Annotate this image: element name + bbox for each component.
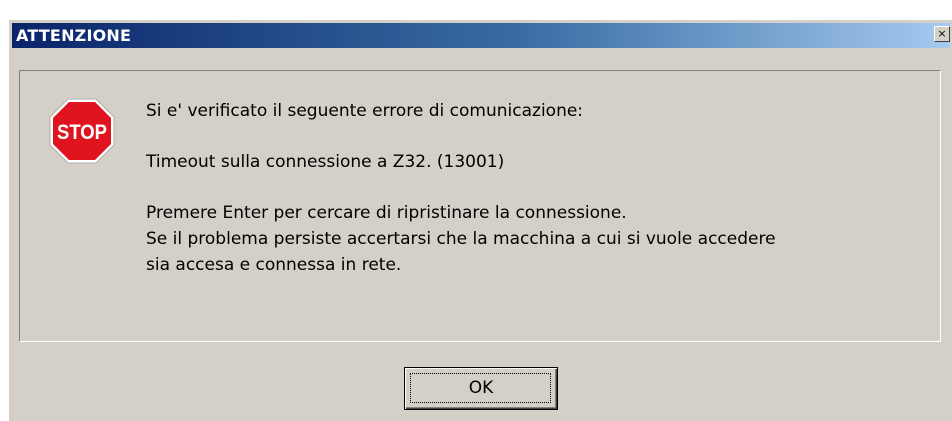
- close-button[interactable]: ×: [934, 26, 950, 42]
- ok-button-label: OK: [468, 378, 494, 398]
- title-bar[interactable]: ATTENZIONE ×: [12, 23, 950, 48]
- message-panel: STOP Si e' verificato il seguente errore…: [19, 70, 941, 342]
- stop-icon-label: STOP: [57, 121, 107, 144]
- message-line-instruction: Premere Enter per cercare di ripristinar…: [146, 203, 627, 223]
- message-line-error: Timeout sulla connessione a Z32. (13001): [146, 152, 505, 172]
- message-line-advice-cont: sia accesa e connessa in rete.: [146, 255, 402, 275]
- error-message: Si e' verificato il seguente errore di c…: [146, 98, 926, 278]
- message-line-advice: Se il problema persiste accertarsi che l…: [146, 229, 776, 249]
- ok-button[interactable]: OK: [404, 367, 558, 410]
- close-icon: ×: [937, 27, 947, 40]
- dialog-title: ATTENZIONE: [16, 26, 132, 45]
- message-line-intro: Si e' verificato il seguente errore di c…: [146, 101, 584, 121]
- stop-icon: STOP: [49, 98, 115, 164]
- error-dialog: ATTENZIONE × STOP Si e' verificato il se…: [8, 19, 952, 421]
